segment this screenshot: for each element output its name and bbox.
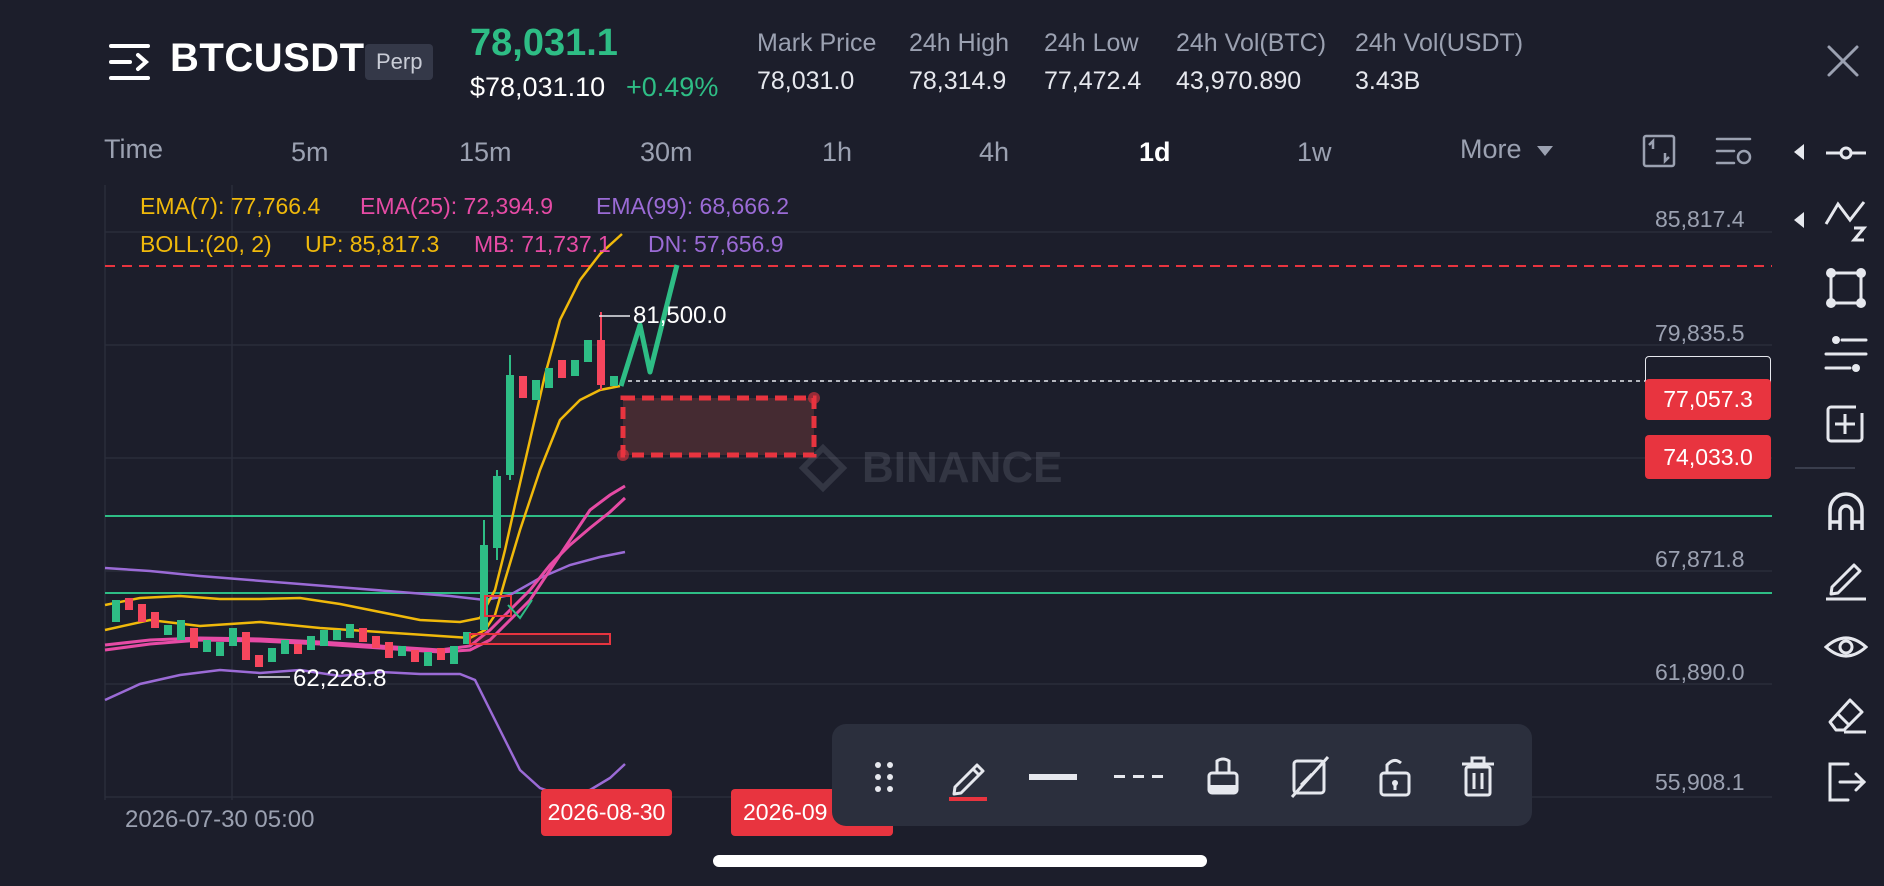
x-axis-start-label: 2026-07-30 05:00: [125, 806, 315, 833]
eraser-icon[interactable]: [1824, 692, 1868, 736]
price-tag[interactable]: 77,057.3: [1645, 379, 1771, 420]
eye-icon[interactable]: [1823, 625, 1869, 669]
expand-arrow-icon[interactable]: [1794, 212, 1804, 228]
toolbar-divider: [1795, 467, 1855, 469]
expand-arrow-icon[interactable]: [1794, 144, 1804, 160]
boll-up-legend: UP: 85,817.3: [305, 231, 440, 257]
paint-bucket-icon[interactable]: [1204, 755, 1242, 799]
pencil-tool-icon[interactable]: [1824, 557, 1868, 601]
rectangle-tool-icon[interactable]: [1824, 266, 1868, 310]
y-label: 67,871.8: [1655, 546, 1745, 572]
binance-watermark: BINANCE: [798, 443, 1062, 493]
ema99-legend: EMA(99): 68,666.2: [596, 193, 790, 219]
drawn-rectangle[interactable]: [620, 395, 817, 458]
home-indicator[interactable]: [713, 855, 1207, 867]
candles-consolidation: [112, 598, 471, 667]
trash-icon[interactable]: [1460, 755, 1496, 799]
drag-handle-icon[interactable]: [869, 755, 899, 799]
svg-text:BINANCE: BINANCE: [862, 443, 1062, 492]
y-label: 79,835.5: [1655, 320, 1745, 346]
magnet-icon[interactable]: [1824, 490, 1868, 534]
unlock-icon[interactable]: [1377, 755, 1413, 799]
pencil-icon[interactable]: [947, 755, 991, 801]
y-label: 55,908.1: [1655, 769, 1745, 795]
exit-icon[interactable]: [1824, 760, 1868, 804]
measure-tool-icon[interactable]: [1824, 401, 1868, 445]
low-marker: 62,228.8: [293, 665, 387, 692]
trend-line-tool-icon[interactable]: [1824, 198, 1868, 242]
drawing-toolbar: [832, 724, 1532, 826]
date-tag[interactable]: 2026-08-30: [541, 789, 672, 836]
boll-legend: BOLL:(20, 2): [140, 231, 272, 257]
y-label: 61,890.0: [1655, 659, 1745, 685]
high-marker: 81,500.0: [633, 302, 727, 329]
horizontal-line-tool-icon[interactable]: [1824, 131, 1868, 175]
price-tag[interactable]: 74,033.0: [1645, 435, 1771, 479]
dashed-line-icon[interactable]: [1114, 755, 1164, 799]
ema7-legend: EMA(7): 77,766.4: [140, 193, 321, 219]
hide-drawing-icon[interactable]: [1290, 755, 1330, 799]
boll-mb-legend: MB: 71,737.1: [474, 231, 611, 257]
ema25-legend: EMA(25): 72,394.9: [360, 193, 554, 219]
y-label: 85,817.4: [1655, 206, 1745, 232]
solid-line-icon[interactable]: [1029, 755, 1077, 799]
boll-dn-legend: DN: 57,656.9: [648, 231, 784, 257]
fib-tool-icon[interactable]: [1824, 334, 1868, 378]
